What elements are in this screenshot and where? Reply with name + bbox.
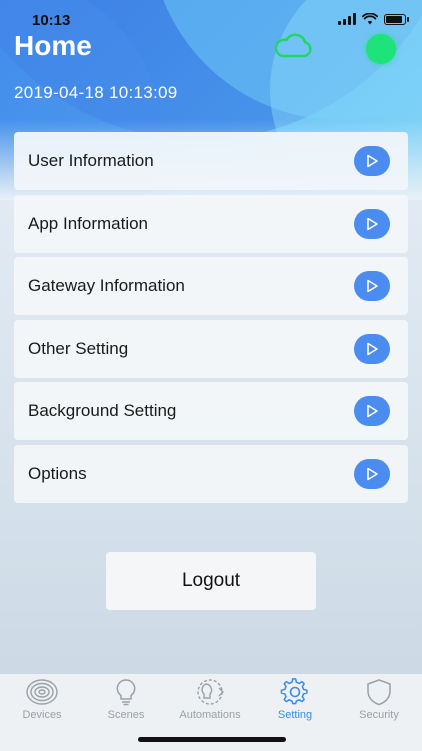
- tab-scenes[interactable]: Scenes: [84, 678, 168, 728]
- menu-item-gateway-information[interactable]: Gateway Information: [14, 257, 408, 315]
- tab-label: Setting: [277, 709, 313, 721]
- menu-item-app-information[interactable]: App Information: [14, 194, 408, 253]
- automation-icon: [197, 679, 224, 705]
- timestamp: 2019-04-18 10:13:09: [14, 83, 178, 102]
- settings-menu: User Information App Information Gateway…: [14, 132, 408, 507]
- battery-icon: [384, 13, 409, 25]
- tab-label: Security: [359, 709, 399, 721]
- menu-item-label: Background Setting: [28, 401, 177, 420]
- wifi-icon: [362, 13, 378, 25]
- play-arrow-icon[interactable]: [354, 333, 390, 364]
- menu-item-label: Gateway Information: [28, 276, 185, 295]
- gear-icon: [280, 678, 308, 705]
- status-time: 10:13: [32, 12, 71, 29]
- cellular-signal-icon: [338, 13, 356, 25]
- play-arrow-icon[interactable]: [354, 396, 390, 426]
- online-status-indicator: [366, 34, 396, 64]
- shield-icon: [367, 679, 391, 706]
- play-arrow-icon[interactable]: [354, 271, 390, 301]
- tab-devices[interactable]: Devices: [0, 678, 84, 728]
- menu-item-label: User Information: [28, 151, 154, 170]
- menu-item-user-information[interactable]: User Information: [14, 132, 408, 190]
- menu-item-label: Other Setting: [28, 338, 129, 358]
- tab-automations[interactable]: Automations: [168, 678, 252, 728]
- tab-setting[interactable]: Setting: [253, 678, 337, 728]
- menu-item-background-setting[interactable]: Background Setting: [14, 382, 408, 440]
- menu-item-label: Options: [28, 463, 87, 483]
- menu-item-label: App Information: [28, 213, 149, 233]
- play-arrow-icon[interactable]: [354, 208, 390, 239]
- status-icons: [338, 13, 409, 25]
- tab-label: Devices: [22, 709, 62, 721]
- menu-item-other-setting[interactable]: Other Setting: [14, 319, 408, 378]
- play-arrow-icon[interactable]: [354, 146, 390, 176]
- logout-button[interactable]: Logout: [106, 552, 316, 610]
- lightbulb-icon: [116, 679, 136, 706]
- devices-icon: [26, 679, 58, 705]
- page-title: Home: [14, 30, 92, 61]
- tab-security[interactable]: Security: [337, 678, 421, 728]
- menu-item-options[interactable]: Options: [14, 444, 408, 503]
- play-arrow-icon[interactable]: [354, 458, 390, 489]
- tab-label: Automations: [179, 709, 241, 721]
- home-indicator: [138, 737, 286, 742]
- tab-label: Scenes: [107, 709, 145, 721]
- cloud-icon[interactable]: [272, 33, 314, 59]
